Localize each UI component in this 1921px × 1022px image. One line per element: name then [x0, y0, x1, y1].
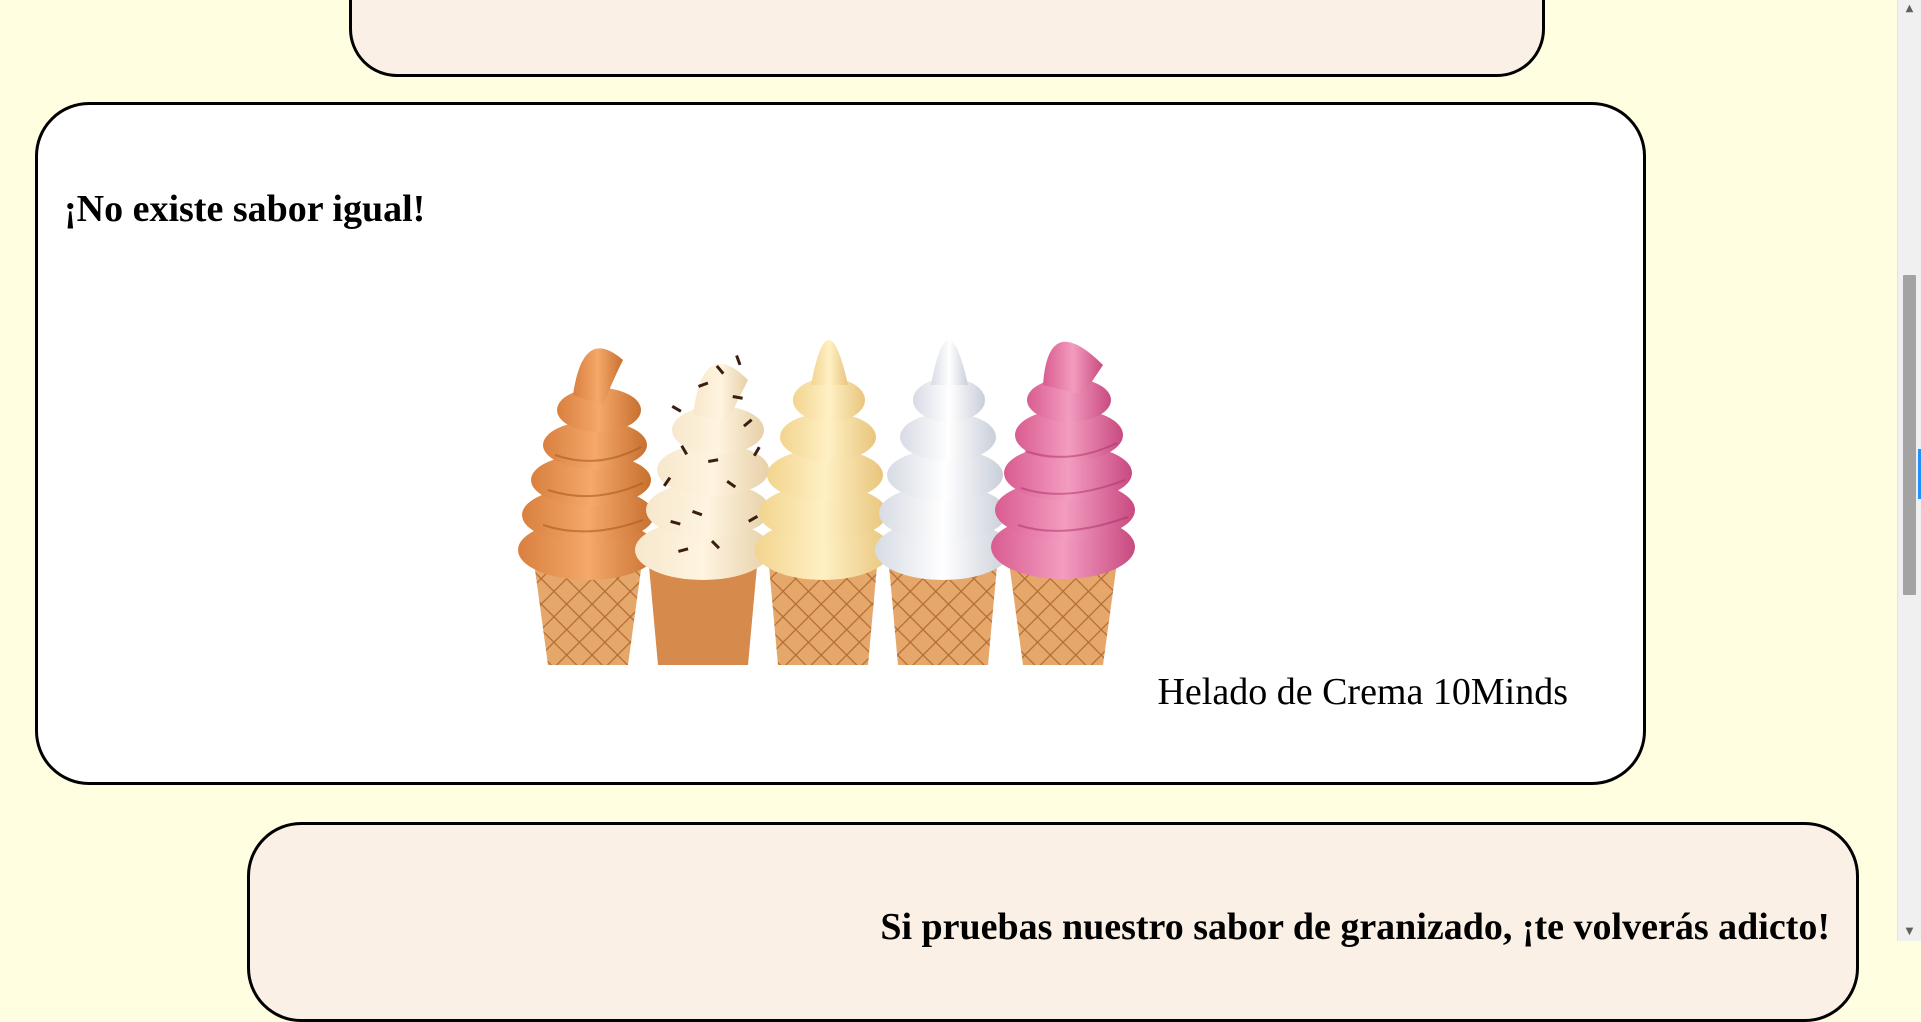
scroll-up-arrow-icon[interactable]: ▲ [1898, 0, 1921, 18]
card-heading: ¡No existe sabor igual! [64, 188, 426, 230]
product-card: ¡No existe sabor igual! Helado de Crema … [35, 102, 1646, 785]
scroll-down-arrow-icon[interactable]: ▼ [1898, 923, 1921, 941]
soft-serve-ice-cream-cones-image [518, 340, 1135, 665]
top-product-card [349, 0, 1545, 77]
product-caption: Helado de Crema 10Minds [1157, 671, 1568, 713]
card-heading: Si pruebas nuestro sabor de granizado, ¡… [880, 906, 1830, 948]
granizado-card: Si pruebas nuestro sabor de granizado, ¡… [247, 822, 1859, 1022]
scrollbar-thumb[interactable] [1903, 275, 1916, 595]
vertical-scrollbar[interactable]: ▲ ▼ [1897, 0, 1921, 941]
